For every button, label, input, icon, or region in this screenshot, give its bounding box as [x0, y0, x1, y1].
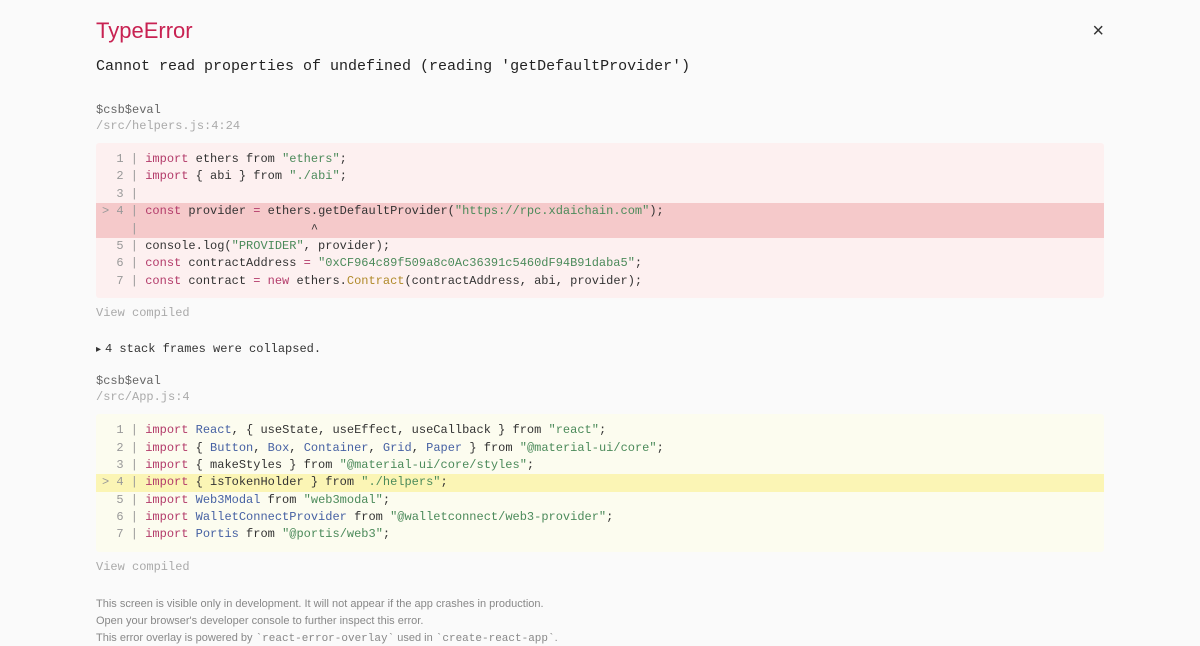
collapsed-frames-toggle[interactable]: 4 stack frames were collapsed. [96, 342, 1104, 356]
footer-notice: This screen is visible only in developme… [96, 598, 1104, 645]
code-block: 1 | import ethers from "ethers"; 2 | imp… [96, 143, 1104, 298]
stack-frame-function: $csb$eval [96, 374, 1104, 388]
stack-frame-location: /src/App.js:4 [96, 390, 1104, 404]
error-message: Cannot read properties of undefined (rea… [96, 58, 1104, 75]
close-button[interactable]: × [1092, 21, 1104, 41]
view-compiled-link[interactable]: View compiled [96, 560, 1104, 574]
stack-frame-function: $csb$eval [96, 103, 1104, 117]
stack-frame-location: /src/helpers.js:4:24 [96, 119, 1104, 133]
error-type: TypeError [96, 18, 193, 44]
code-block: 1 | import React, { useState, useEffect,… [96, 414, 1104, 552]
view-compiled-link[interactable]: View compiled [96, 306, 1104, 320]
